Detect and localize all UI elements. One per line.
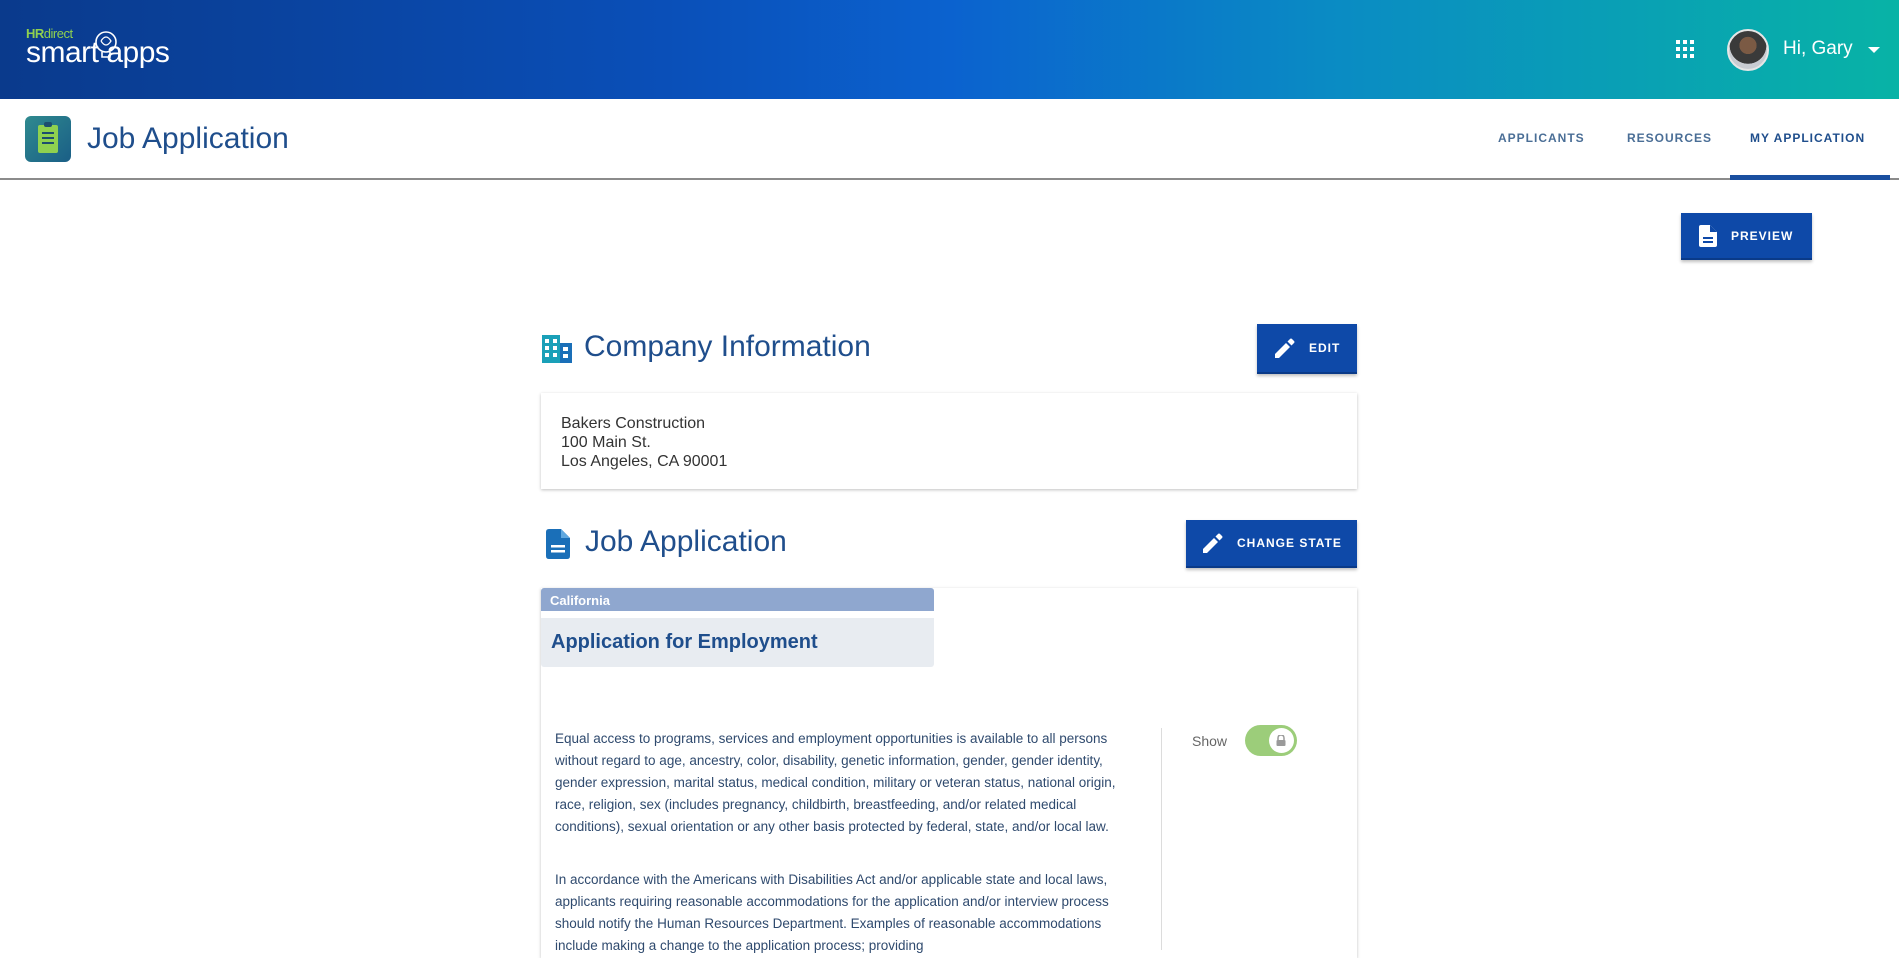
eeo-paragraph: Equal access to programs, services and e… bbox=[555, 731, 1116, 834]
state-tab: California bbox=[541, 588, 934, 611]
company-street: 100 Main St. bbox=[561, 434, 651, 451]
column-divider bbox=[1161, 728, 1162, 950]
show-label: Show bbox=[1192, 733, 1228, 749]
company-info-heading: Company Information bbox=[584, 330, 871, 363]
document-icon bbox=[1699, 224, 1717, 247]
change-state-label: CHANGE STATE bbox=[1237, 536, 1342, 550]
clipboard-icon bbox=[25, 116, 71, 162]
preview-label: PREVIEW bbox=[1731, 228, 1794, 243]
avatar[interactable] bbox=[1727, 29, 1769, 71]
state-label: California bbox=[550, 593, 610, 608]
company-name: Bakers Construction bbox=[561, 415, 706, 432]
job-application-heading: Job Application bbox=[585, 525, 787, 558]
tab-resources[interactable]: RESOURCES bbox=[1627, 99, 1712, 178]
form-title: Application for Employment bbox=[551, 631, 818, 653]
lock-icon bbox=[1276, 735, 1286, 746]
show-toggle[interactable] bbox=[1245, 725, 1297, 756]
document-icon bbox=[546, 529, 570, 559]
form-title-box: Application for Employment bbox=[541, 618, 934, 667]
app-header: Job Application APPLICANTS RESOURCES MY … bbox=[0, 99, 1899, 180]
edit-button[interactable]: EDIT bbox=[1257, 324, 1357, 374]
pencil-icon bbox=[1275, 338, 1295, 358]
tab-my-application[interactable]: MY APPLICATION bbox=[1750, 99, 1865, 178]
tab-applicants[interactable]: APPLICANTS bbox=[1498, 99, 1585, 178]
top-banner: HRdirect smart apps Hi, Gary bbox=[0, 0, 1899, 99]
chevron-down-icon[interactable] bbox=[1868, 47, 1880, 53]
grid-icon[interactable] bbox=[1676, 40, 1694, 58]
pencil-icon bbox=[1203, 533, 1223, 553]
active-tab-indicator bbox=[1730, 175, 1890, 180]
change-state-button[interactable]: CHANGE STATE bbox=[1186, 520, 1357, 568]
edit-label: EDIT bbox=[1309, 341, 1341, 355]
ada-paragraph: In accordance with the Americans with Di… bbox=[555, 872, 1109, 953]
company-card: Bakers Construction 100 Main St. Los Ang… bbox=[541, 393, 1357, 489]
building-icon bbox=[542, 335, 572, 363]
lightbulb-icon bbox=[95, 31, 117, 58]
company-city: Los Angeles, CA 90001 bbox=[561, 453, 728, 470]
page-title: Job Application bbox=[87, 122, 289, 155]
preview-button[interactable]: PREVIEW bbox=[1681, 213, 1812, 260]
user-greeting[interactable]: Hi, Gary bbox=[1783, 38, 1853, 60]
